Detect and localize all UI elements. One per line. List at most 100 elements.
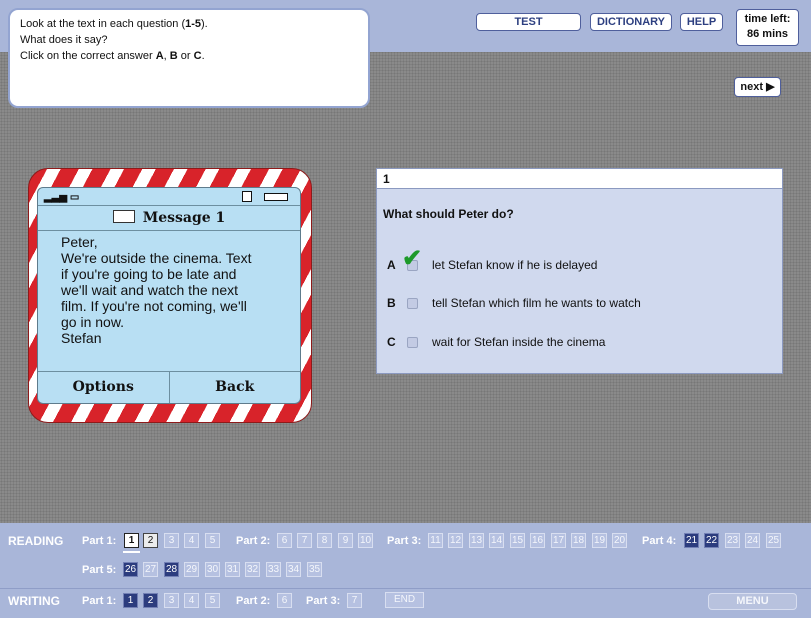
message-line: We're outside the cinema. Text xyxy=(61,250,252,266)
phone-screen: ▂▃▅ ▭ Message 1 Peter, We're outside the… xyxy=(37,187,301,404)
message-line: we'll wait and watch the next xyxy=(61,282,238,298)
message-line: Stefan xyxy=(61,330,102,346)
instruction-text: . xyxy=(201,50,205,62)
reading-part-label: Part 3: xyxy=(387,535,422,547)
writing-question-box[interactable]: 3 xyxy=(164,593,179,608)
reading-question-box[interactable]: 20 xyxy=(612,533,627,548)
reading-question-box[interactable]: 22 xyxy=(704,533,719,548)
reading-question-box[interactable]: 25 xyxy=(766,533,781,548)
reading-question-box[interactable]: 29 xyxy=(184,562,199,577)
reading-question-box[interactable]: 2 xyxy=(143,533,158,548)
divider xyxy=(0,588,811,589)
reading-question-box[interactable]: 1 xyxy=(124,533,139,548)
reading-question-box[interactable]: 10 xyxy=(358,533,373,548)
signal-icon: ▂▃▅ ▭ xyxy=(44,192,80,203)
reading-question-box[interactable]: 13 xyxy=(469,533,484,548)
reading-question-box[interactable]: 8 xyxy=(317,533,332,548)
timer: time left: 86 mins xyxy=(736,9,799,46)
message-title: Message 1 xyxy=(142,210,226,226)
envelope-icon xyxy=(112,209,135,223)
reading-question-box[interactable]: 23 xyxy=(725,533,740,548)
option-radio[interactable]: ✔ xyxy=(402,246,422,271)
writing-question-box[interactable]: 7 xyxy=(347,593,362,608)
reading-question-box[interactable]: 18 xyxy=(571,533,586,548)
reading-question-box[interactable]: 28 xyxy=(164,562,179,577)
instruction-letter: B xyxy=(169,50,178,62)
message-line: film. If you're not coming, we'll xyxy=(61,298,247,314)
reading-question-box[interactable]: 30 xyxy=(205,562,220,577)
timer-value: 86 mins xyxy=(747,28,788,40)
reading-question-box[interactable]: 19 xyxy=(592,533,607,548)
instruction-text: What does it say? xyxy=(20,34,108,46)
reading-part-label: Part 1: xyxy=(82,535,117,547)
instructions-panel: Look at the text in each question (1-5).… xyxy=(8,8,370,108)
reading-question-box[interactable]: 35 xyxy=(307,562,322,577)
instruction-text: Look at the text in each question ( xyxy=(20,18,186,30)
reading-question-box[interactable]: 3 xyxy=(164,533,179,548)
battery-icon xyxy=(264,193,288,201)
reading-question-box[interactable]: 7 xyxy=(297,533,312,548)
message-body: Peter, We're outside the cinema. Text if… xyxy=(38,231,300,352)
dictionary-button[interactable]: DICTIONARY xyxy=(590,13,672,31)
reading-question-box[interactable]: 27 xyxy=(143,562,158,577)
writing-question-box[interactable]: 4 xyxy=(184,593,199,608)
message-line: go in now. xyxy=(61,314,125,330)
reading-question-box[interactable]: 16 xyxy=(530,533,545,548)
reading-question-box[interactable]: 6 xyxy=(277,533,292,548)
option-b[interactable]: B tell Stefan which film he wants to wat… xyxy=(387,293,641,313)
reading-question-box[interactable]: 31 xyxy=(225,562,240,577)
phone-softkeys: Options Back xyxy=(38,371,300,403)
checkmark-icon: ✔ xyxy=(402,244,423,272)
instruction-text: or xyxy=(177,50,194,62)
reading-question-box[interactable]: 24 xyxy=(745,533,760,548)
reading-question-box[interactable]: 9 xyxy=(338,533,353,548)
navigation-bar: READING Part 1: Part 2: Part 3: Part 4: … xyxy=(0,523,811,618)
end-button[interactable]: END xyxy=(385,592,424,608)
reading-question-box[interactable]: 34 xyxy=(286,562,301,577)
instruction-letter: C xyxy=(193,50,202,62)
instruction-range: 1-5 xyxy=(185,18,202,30)
option-radio[interactable] xyxy=(407,297,418,309)
reading-question-box[interactable]: 14 xyxy=(489,533,504,548)
reading-question-box[interactable]: 32 xyxy=(245,562,260,577)
reading-question-box[interactable]: 33 xyxy=(266,562,281,577)
option-letter: C xyxy=(387,335,396,349)
help-button[interactable]: HELP xyxy=(680,13,723,31)
question-number: 1 xyxy=(377,169,782,189)
reading-question-box[interactable]: 11 xyxy=(428,533,443,548)
message-header: Message 1 xyxy=(38,206,300,231)
option-radio[interactable] xyxy=(407,336,418,348)
menu-button[interactable]: MENU xyxy=(708,593,797,610)
reading-part-label: Part 4: xyxy=(642,535,677,547)
instruction-text: Click on the correct answer xyxy=(20,50,156,62)
option-text: tell Stefan which film he wants to watch xyxy=(432,296,641,310)
next-button[interactable]: next ▶ xyxy=(734,77,781,97)
test-button[interactable]: TEST xyxy=(476,13,581,31)
instruction-text: ). xyxy=(201,18,208,30)
option-c[interactable]: C wait for Stefan inside the cinema xyxy=(387,332,605,352)
option-letter: B xyxy=(387,296,396,310)
options-softkey: Options xyxy=(38,372,170,403)
option-a[interactable]: A ✔ let Stefan know if he is delayed xyxy=(387,246,597,275)
reading-question-box[interactable]: 12 xyxy=(448,533,463,548)
writing-label: WRITING xyxy=(8,594,60,608)
writing-question-box[interactable]: 5 xyxy=(205,593,220,608)
reading-question-box[interactable]: 21 xyxy=(684,533,699,548)
instruction-letter: A xyxy=(155,50,164,62)
charging-icon xyxy=(242,191,252,202)
reading-question-box[interactable]: 15 xyxy=(510,533,525,548)
reading-label: READING xyxy=(8,534,64,548)
writing-question-box[interactable]: 6 xyxy=(277,593,292,608)
current-indicator xyxy=(123,551,140,553)
writing-question-box[interactable]: 1 xyxy=(123,593,138,608)
reading-question-box[interactable]: 26 xyxy=(123,562,138,577)
reading-question-box[interactable]: 4 xyxy=(184,533,199,548)
message-line: Peter, xyxy=(61,234,98,250)
writing-part-label: Part 2: xyxy=(236,595,271,607)
writing-question-box[interactable]: 2 xyxy=(143,593,158,608)
reading-question-box[interactable]: 5 xyxy=(205,533,220,548)
option-text: wait for Stefan inside the cinema xyxy=(432,335,606,349)
question-text: What should Peter do? xyxy=(383,207,514,221)
phone-status-bar: ▂▃▅ ▭ xyxy=(38,188,300,206)
reading-question-box[interactable]: 17 xyxy=(551,533,566,548)
